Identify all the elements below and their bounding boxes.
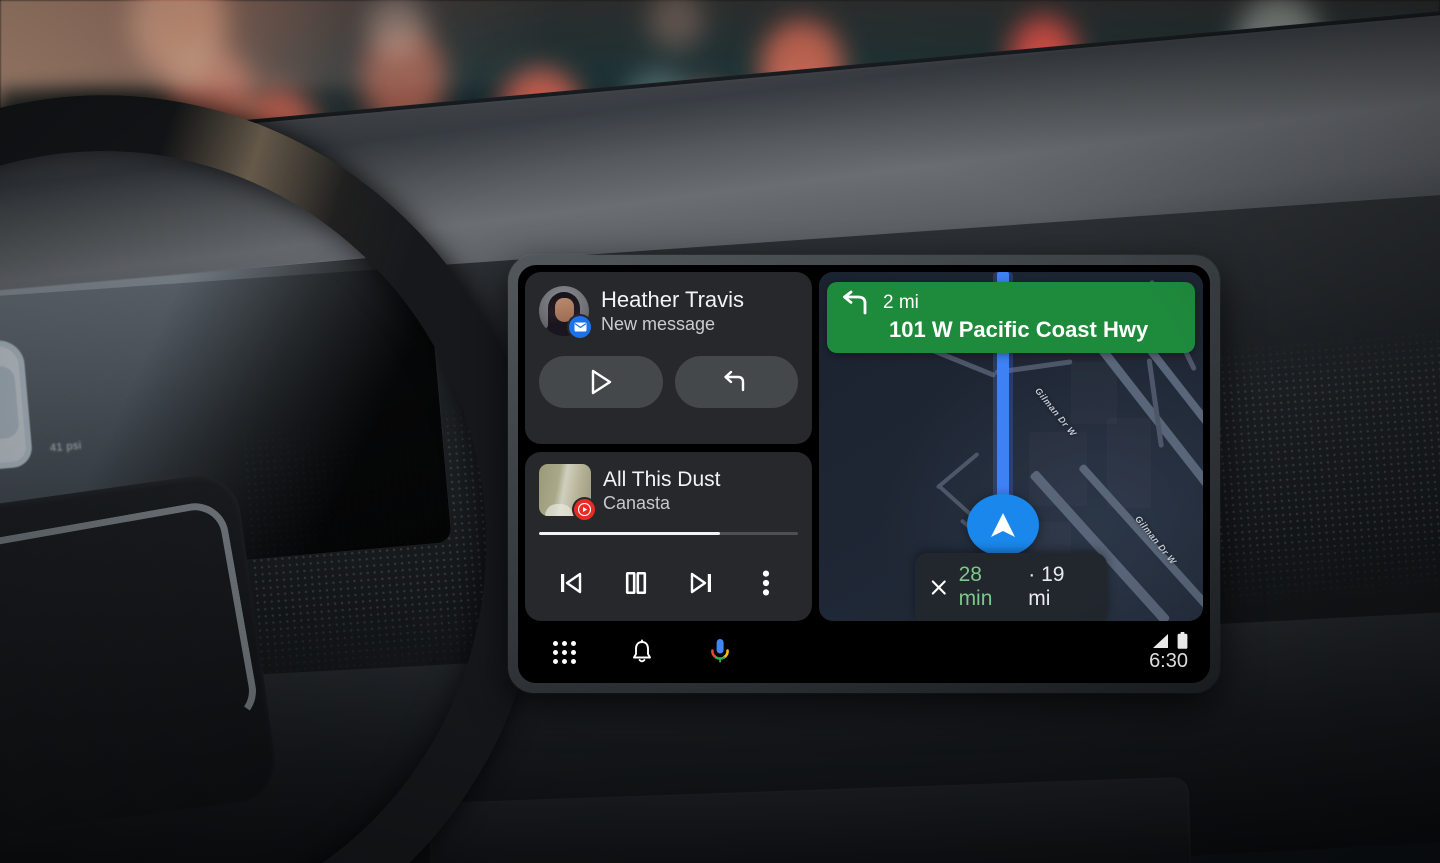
pause-button[interactable] <box>614 563 658 603</box>
avatar-wrapper <box>539 286 591 338</box>
bell-icon <box>633 639 651 663</box>
turn-left-icon <box>843 290 867 315</box>
eta-duration: 28 min <box>958 563 993 610</box>
infotainment-display-bezel: Heather Travis New message All This Dust… <box>508 255 1220 693</box>
left-cards-column: Heather Travis New message All This Dust… <box>525 272 812 621</box>
navigation-map-panel[interactable]: Gilman Dr W Gilman Dr W 2 mi 101 W Pacif… <box>819 272 1203 621</box>
eta-distance: · 19 mi <box>1028 563 1065 610</box>
google-assistant-mic-icon <box>711 639 729 663</box>
map-block <box>1071 362 1117 424</box>
more-vert-icon <box>762 570 770 596</box>
map-block <box>1107 418 1151 508</box>
media-header: All This Dust Canasta <box>539 464 798 520</box>
play-message-button[interactable] <box>539 356 663 408</box>
car-interior-scene: 43 psi 42 psi 41 psi 137 mi <box>0 0 1440 863</box>
navigation-street-name: 101 W Pacific Coast Hwy <box>889 317 1149 342</box>
navigation-arrow-icon <box>967 494 1039 556</box>
previous-track-button[interactable] <box>549 563 593 603</box>
reply-message-button[interactable] <box>674 356 798 408</box>
android-auto-screen: Heather Travis New message All This Dust… <box>518 265 1210 683</box>
status-bar: 6:30 <box>518 621 1210 683</box>
youtube-music-icon <box>574 499 595 520</box>
media-controls <box>539 563 798 611</box>
reply-arrow-icon <box>724 370 745 392</box>
signal-bars-icon <box>1153 634 1168 648</box>
navigation-maneuver-row: 2 mi <box>839 290 1183 316</box>
message-header: Heather Travis New message <box>539 286 798 338</box>
media-progress-fill <box>539 532 721 535</box>
apps-grid-icon <box>552 640 576 664</box>
navigation-instruction-banner[interactable]: 2 mi 101 W Pacific Coast Hwy <box>827 282 1195 353</box>
navigation-distance: 2 mi <box>883 292 919 313</box>
battery-full-icon <box>1177 632 1188 649</box>
media-track-title: All This Dust <box>603 467 721 491</box>
status-icons <box>1152 632 1188 649</box>
mail-icon <box>569 316 591 338</box>
close-icon <box>931 579 946 595</box>
skip-previous-icon <box>561 572 582 594</box>
message-actions <box>539 356 798 408</box>
album-art-wrapper <box>539 464 595 520</box>
status-bar-right-info: 6:30 <box>1149 632 1188 672</box>
assistant-button[interactable] <box>700 632 740 672</box>
media-player-card[interactable]: All This Dust Canasta <box>525 452 812 621</box>
message-notification-card[interactable]: Heather Travis New message <box>525 272 812 444</box>
status-bar-left-actions <box>544 632 740 672</box>
pause-icon <box>625 572 647 594</box>
eta-chip[interactable]: 28 min · 19 mi <box>915 553 1107 621</box>
screen-content: Heather Travis New message All This Dust… <box>518 265 1210 621</box>
media-artist-name: Canasta <box>603 492 671 513</box>
notifications-button[interactable] <box>622 632 662 672</box>
message-text-block: Heather Travis New message <box>601 287 744 336</box>
message-sender-name: Heather Travis <box>601 286 745 312</box>
message-status-text: New message <box>601 313 716 334</box>
media-overflow-button[interactable] <box>744 563 788 603</box>
media-progress-bar[interactable] <box>539 532 798 535</box>
media-text-block: All This Dust Canasta <box>603 467 720 514</box>
next-track-button[interactable] <box>679 563 723 603</box>
status-bar-clock: 6:30 <box>1149 650 1188 672</box>
app-launcher-button[interactable] <box>544 632 584 672</box>
play-icon <box>591 369 611 395</box>
skip-next-icon <box>690 572 711 594</box>
